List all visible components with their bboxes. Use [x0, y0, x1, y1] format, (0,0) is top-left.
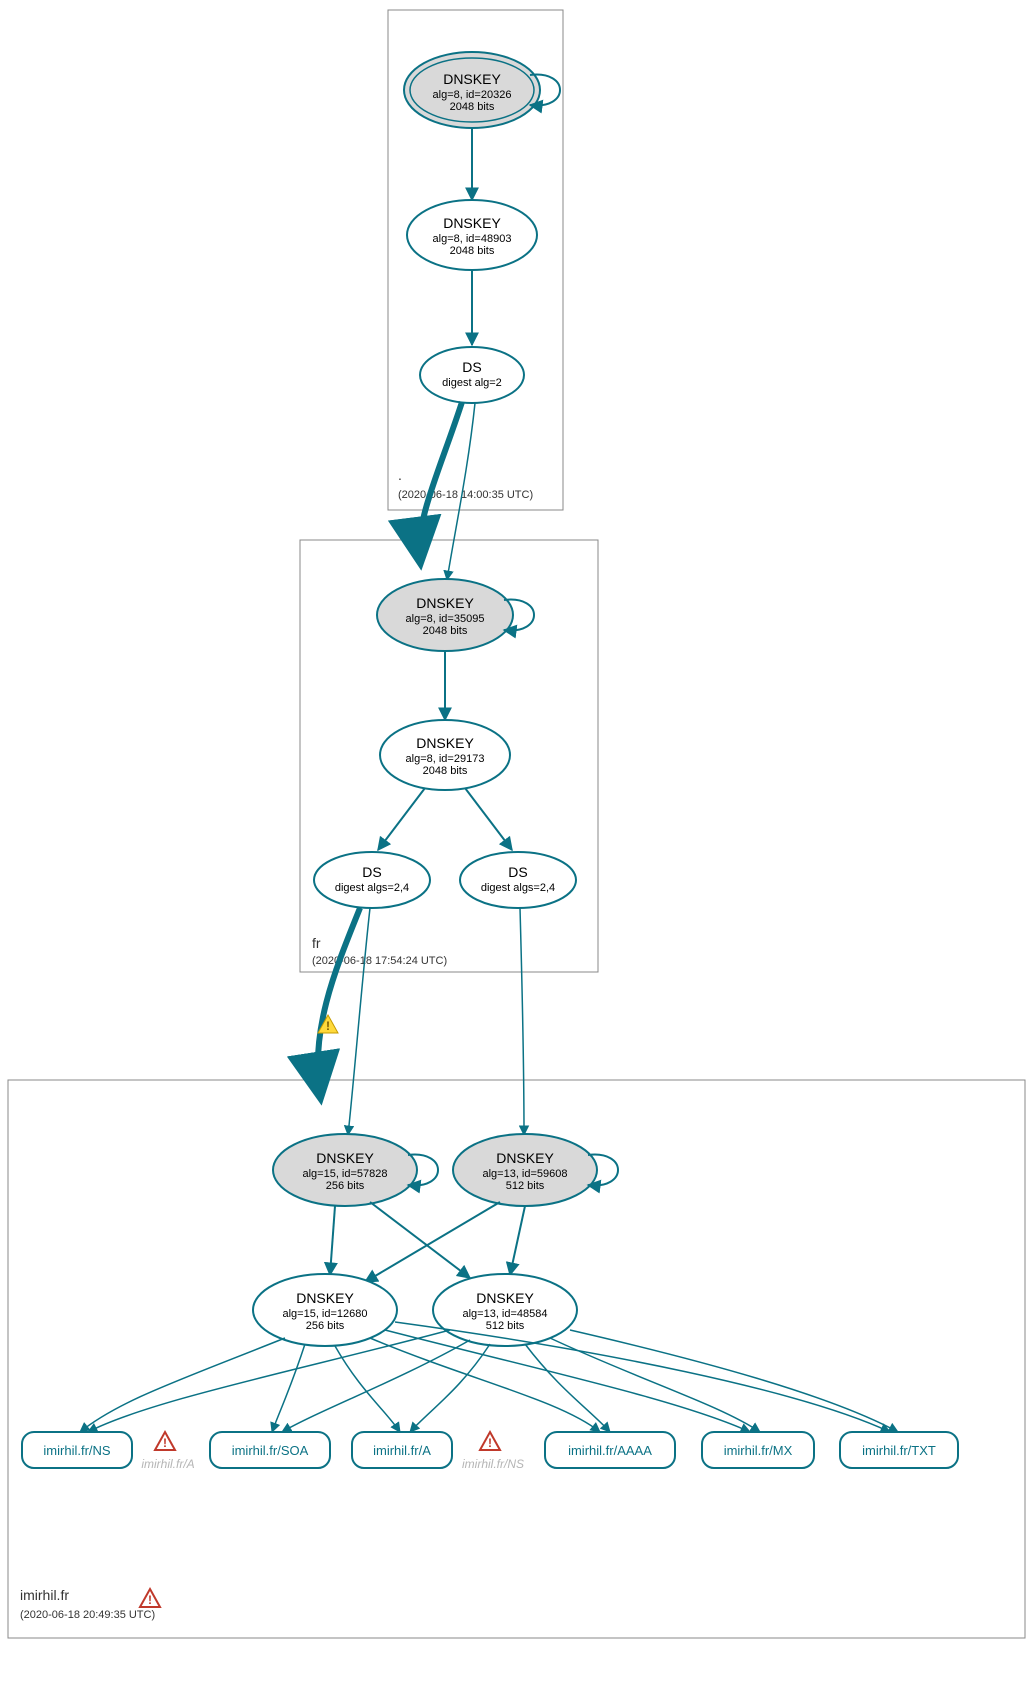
svg-text:imirhil.fr/MX: imirhil.fr/MX: [724, 1443, 793, 1458]
edge-interzone-warning: [318, 908, 360, 1095]
edge: [348, 908, 370, 1135]
node-fr-ds1: DS digest algs=2,4: [314, 852, 430, 908]
edge: [335, 1346, 400, 1432]
svg-text:512 bits: 512 bits: [506, 1180, 545, 1192]
edge: [550, 1338, 760, 1432]
rr-soa: imirhil.fr/SOA: [210, 1432, 330, 1468]
svg-text:imirhil.fr/TXT: imirhil.fr/TXT: [862, 1443, 936, 1458]
svg-text:DS: DS: [508, 864, 527, 880]
rr-a: imirhil.fr/A: [352, 1432, 452, 1468]
rr-txt: imirhil.fr/TXT: [840, 1432, 958, 1468]
svg-text:!: !: [488, 1436, 492, 1450]
node-im-ksk2: DNSKEY alg=13, id=59608 512 bits: [453, 1134, 618, 1206]
svg-text:DNSKEY: DNSKEY: [296, 1290, 354, 1306]
svg-text:digest alg=2: digest alg=2: [442, 377, 502, 389]
svg-text:2048 bits: 2048 bits: [423, 625, 468, 637]
node-im-zsk2: DNSKEY alg=13, id=48584 512 bits: [433, 1274, 577, 1346]
svg-text:!: !: [163, 1436, 167, 1450]
svg-text:imirhil.fr/SOA: imirhil.fr/SOA: [232, 1443, 309, 1458]
edge-interzone: [419, 402, 462, 560]
svg-text:2048 bits: 2048 bits: [450, 245, 495, 257]
warning-icon: !: [140, 1589, 160, 1607]
zone-fr-ts: (2020-06-18 17:54:24 UTC): [312, 955, 447, 967]
svg-text:alg=8, id=29173: alg=8, id=29173: [406, 753, 485, 765]
svg-text:512 bits: 512 bits: [486, 1320, 525, 1332]
edge: [510, 1206, 525, 1275]
svg-text:digest algs=2,4: digest algs=2,4: [481, 882, 555, 894]
svg-text:imirhil.fr/NS: imirhil.fr/NS: [462, 1457, 524, 1471]
svg-text:256 bits: 256 bits: [306, 1320, 345, 1332]
svg-text:2048 bits: 2048 bits: [423, 765, 468, 777]
node-im-ksk1: DNSKEY alg=15, id=57828 256 bits: [273, 1134, 438, 1206]
svg-text:imirhil.fr/AAAA: imirhil.fr/AAAA: [568, 1443, 652, 1458]
svg-text:alg=8, id=48903: alg=8, id=48903: [433, 233, 512, 245]
zone-root-ts: (2020-06-18 14:00:35 UTC): [398, 489, 533, 501]
svg-text:digest algs=2,4: digest algs=2,4: [335, 882, 409, 894]
warning-icon: !: [155, 1432, 175, 1450]
rr-mx: imirhil.fr/MX: [702, 1432, 814, 1468]
edge: [370, 1202, 470, 1278]
edge: [520, 908, 524, 1135]
svg-text:DNSKEY: DNSKEY: [416, 595, 474, 611]
svg-text:alg=15, id=12680: alg=15, id=12680: [282, 1308, 367, 1320]
edge: [330, 1206, 335, 1275]
svg-text:DNSKEY: DNSKEY: [416, 735, 474, 751]
svg-text:alg=15, id=57828: alg=15, id=57828: [302, 1168, 387, 1180]
node-fr-ksk: DNSKEY alg=8, id=35095 2048 bits: [377, 579, 534, 651]
svg-text:imirhil.fr/A: imirhil.fr/A: [141, 1457, 194, 1471]
svg-text:alg=8, id=20326: alg=8, id=20326: [433, 89, 512, 101]
svg-text:DNSKEY: DNSKEY: [476, 1290, 534, 1306]
svg-text:DNSKEY: DNSKEY: [316, 1150, 374, 1166]
edge: [272, 1344, 305, 1432]
svg-text:alg=8, id=35095: alg=8, id=35095: [406, 613, 485, 625]
svg-text:alg=13, id=59608: alg=13, id=59608: [482, 1168, 567, 1180]
zone-imirhil-name: imirhil.fr: [20, 1587, 69, 1603]
node-fr-ds2: DS digest algs=2,4: [460, 852, 576, 908]
svg-text:256 bits: 256 bits: [326, 1180, 365, 1192]
edge: [378, 788, 425, 850]
svg-text:imirhil.fr/A: imirhil.fr/A: [373, 1443, 431, 1458]
zone-root-name: .: [398, 467, 402, 483]
edge: [282, 1340, 470, 1432]
dnssec-graph: . (2020-06-18 14:00:35 UTC) DNSKEY alg=8…: [0, 0, 1033, 1694]
svg-text:!: !: [148, 1593, 152, 1607]
svg-text:DS: DS: [362, 864, 381, 880]
node-root-ds: DS digest alg=2: [420, 347, 524, 403]
warning-icon: !: [480, 1432, 500, 1450]
edge: [88, 1330, 450, 1432]
edge: [410, 1344, 490, 1432]
node-root-zsk: DNSKEY alg=8, id=48903 2048 bits: [407, 200, 537, 270]
svg-text:!: !: [326, 1019, 330, 1033]
edge: [465, 788, 512, 850]
edge: [80, 1338, 285, 1432]
node-fr-zsk: DNSKEY alg=8, id=29173 2048 bits: [380, 720, 510, 790]
rr-ns-grey: ! imirhil.fr/NS: [462, 1432, 524, 1471]
svg-text:DNSKEY: DNSKEY: [443, 71, 501, 87]
rr-aaaa: imirhil.fr/AAAA: [545, 1432, 675, 1468]
svg-text:DNSKEY: DNSKEY: [496, 1150, 554, 1166]
node-im-zsk1: DNSKEY alg=15, id=12680 256 bits: [253, 1274, 397, 1346]
node-root-ksk: DNSKEY alg=8, id=20326 2048 bits: [404, 52, 560, 128]
svg-text:DS: DS: [462, 359, 481, 375]
svg-text:alg=13, id=48584: alg=13, id=48584: [462, 1308, 547, 1320]
rr-ns: imirhil.fr/NS: [22, 1432, 132, 1468]
rr-a-grey: ! imirhil.fr/A: [141, 1432, 194, 1471]
svg-text:DNSKEY: DNSKEY: [443, 215, 501, 231]
svg-text:2048 bits: 2048 bits: [450, 101, 495, 113]
edge: [525, 1344, 610, 1432]
zone-imirhil-ts: (2020-06-18 20:49:35 UTC): [20, 1609, 155, 1621]
svg-text:imirhil.fr/NS: imirhil.fr/NS: [43, 1443, 110, 1458]
zone-fr-name: fr: [312, 935, 321, 951]
